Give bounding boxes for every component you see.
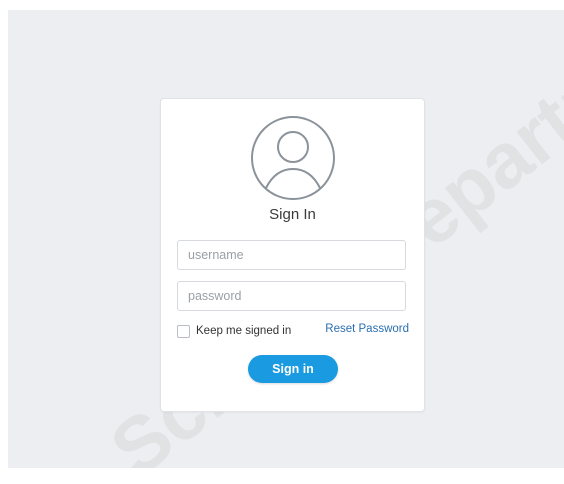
sign-in-heading: Sign In [269, 206, 316, 223]
keep-signed-in-checkbox[interactable] [177, 324, 190, 338]
reset-password-link[interactable]: Reset Password [325, 323, 409, 335]
sign-in-button[interactable]: Sign in [248, 355, 338, 383]
keep-signed-in[interactable]: Keep me signed in [177, 323, 291, 339]
user-circle-icon [251, 116, 335, 200]
login-card: Sign In Keep me signed in Reset Password… [160, 98, 425, 412]
username-input[interactable] [177, 240, 406, 270]
keep-signed-in-label: Keep me signed in [196, 325, 292, 337]
password-input[interactable] [177, 281, 406, 311]
login-page: Science Department Maharashtra Sign In K… [8, 10, 564, 468]
